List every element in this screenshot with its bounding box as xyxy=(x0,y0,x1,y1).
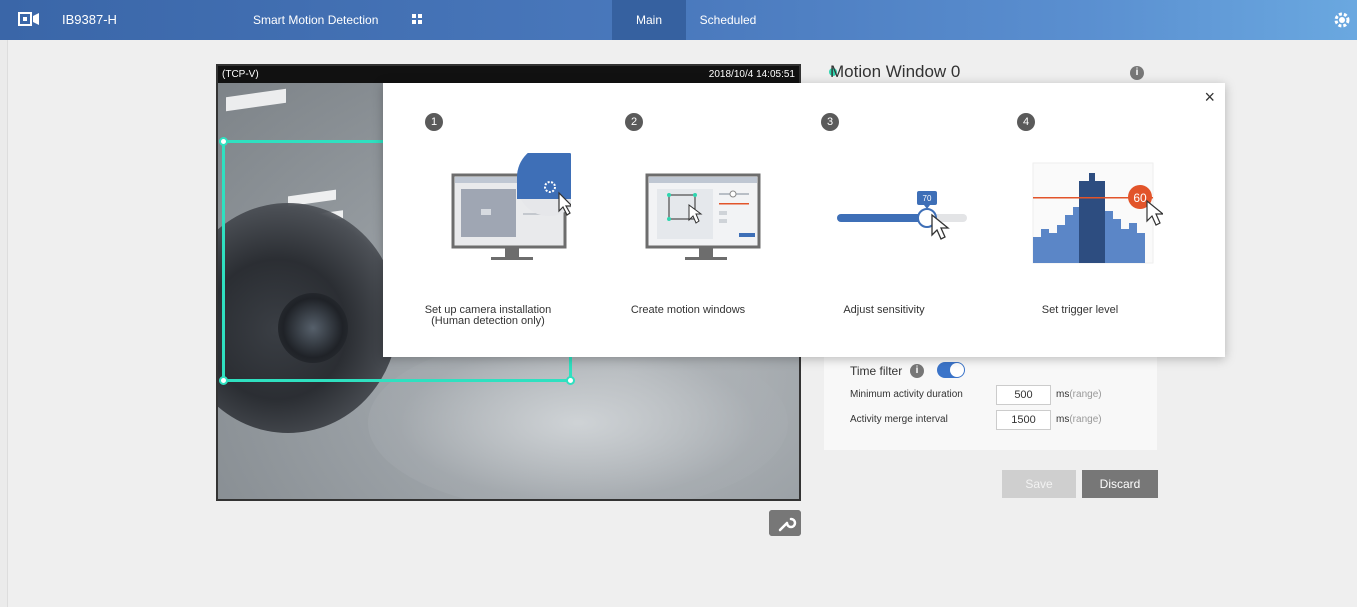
wizard-step-2: 2 Create motion windows xyxy=(583,83,783,357)
app-grid-icon[interactable] xyxy=(411,13,423,25)
step-number: 4 xyxy=(1017,113,1035,131)
unit-label: ms xyxy=(1056,414,1070,425)
step-number: 1 xyxy=(425,113,443,131)
time-filter-label: Time filter xyxy=(850,364,903,378)
resize-handle[interactable] xyxy=(219,376,228,385)
sensitivity-slider-icon: 70 xyxy=(837,191,967,240)
trigger-level-chart-icon: 60 xyxy=(1032,162,1163,264)
min-duration-input[interactable]: 500 xyxy=(996,385,1051,405)
tab-main[interactable]: Main xyxy=(612,0,686,40)
step-number: 3 xyxy=(821,113,839,131)
time-filter-toggle[interactable] xyxy=(937,362,965,378)
slider-value-label: 70 xyxy=(923,194,932,203)
trigger-value-label: 60 xyxy=(1133,191,1147,205)
motion-window-title: Motion Window 0 xyxy=(830,62,961,81)
settings-gear-icon[interactable] xyxy=(1332,10,1352,30)
caption-line: Create motion windows xyxy=(630,304,746,316)
discard-button[interactable]: Discard xyxy=(1082,470,1158,498)
wizard-step-1: 1 Set up camera installation (Human dete… xyxy=(383,83,583,357)
video-timestamp: 2018/10/4 14:05:51 xyxy=(708,69,795,80)
close-button[interactable]: × xyxy=(1204,87,1215,108)
step-caption: Set trigger level xyxy=(985,305,1175,316)
video-header: (TCP-V) 2018/10/4 14:05:51 xyxy=(218,66,799,83)
save-button[interactable]: Save xyxy=(1002,470,1076,498)
unit-label: ms xyxy=(1056,389,1070,400)
caption-line: (Human detection only) xyxy=(431,315,545,327)
caption-line: Set trigger level xyxy=(1041,304,1119,316)
setup-wizard-modal: × 1 Set up camera installation (Human de… xyxy=(383,83,1225,357)
wizard-step-3: 3 70 Adjust sensitivity xyxy=(779,83,979,357)
range-link[interactable]: (range) xyxy=(1069,414,1101,425)
stream-label: (TCP-V) xyxy=(222,69,259,80)
wrench-tool-button[interactable] xyxy=(769,510,801,536)
step-caption: Adjust sensitivity xyxy=(789,305,979,316)
resize-handle[interactable] xyxy=(566,376,575,385)
app-title: Smart Motion Detection xyxy=(253,13,379,27)
monitor-setup-icon xyxy=(451,153,571,260)
tab-scheduled[interactable]: Scheduled xyxy=(686,0,770,40)
camera-logo-icon xyxy=(18,12,39,26)
min-duration-unit: ms(range) xyxy=(1056,389,1102,400)
step-number: 2 xyxy=(625,113,643,131)
step-caption: Set up camera installation (Human detect… xyxy=(393,305,583,327)
top-bar: IB9387-H Smart Motion Detection Main Sch… xyxy=(0,0,1357,40)
wizard-step-4: 4 60 Set trigger level xyxy=(975,83,1175,357)
toggle-knob xyxy=(950,363,964,377)
resize-handle[interactable] xyxy=(219,137,228,146)
info-icon[interactable]: i xyxy=(1130,66,1144,80)
step-caption: Create motion windows xyxy=(593,305,783,316)
time-filter-settings: Time filter i Minimum activity duration … xyxy=(824,350,1157,450)
range-link[interactable]: (range) xyxy=(1069,389,1101,400)
merge-interval-unit: ms(range) xyxy=(1056,414,1102,425)
device-model: IB9387-H xyxy=(62,12,117,27)
merge-interval-label: Activity merge interval xyxy=(850,414,948,425)
min-duration-label: Minimum activity duration xyxy=(850,389,963,400)
time-filter-info-icon[interactable]: i xyxy=(910,364,924,378)
merge-interval-input[interactable]: 1500 xyxy=(996,410,1051,430)
ceiling-light xyxy=(226,88,286,112)
caption-line: Adjust sensitivity xyxy=(843,304,925,316)
motion-window-monitor-icon xyxy=(645,173,761,260)
